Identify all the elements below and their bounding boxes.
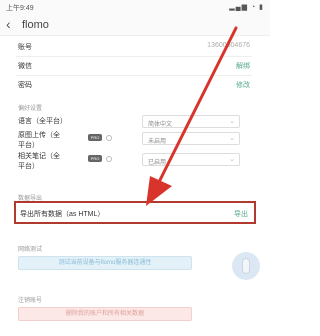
annotation-arrow xyxy=(146,26,238,206)
annotation-arrow-head xyxy=(146,176,172,206)
annotation-arrow-shaft xyxy=(156,26,238,186)
